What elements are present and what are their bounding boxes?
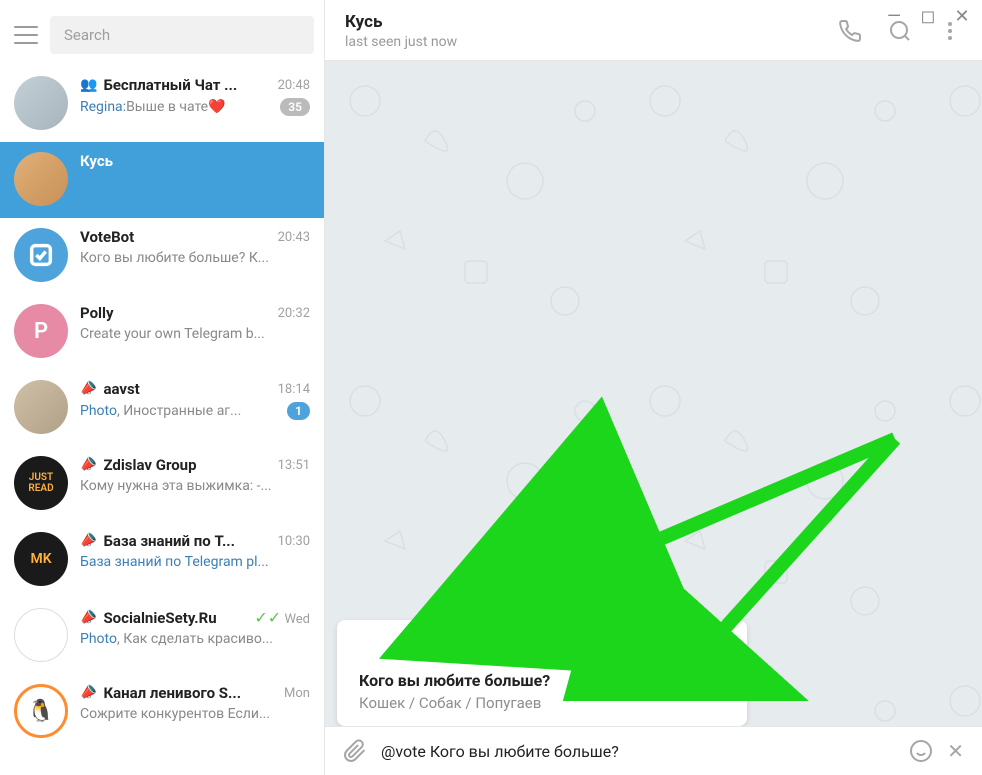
- chat-item[interactable]: 👥Бесплатный Чат ... 20:48 Regina: Выше в…: [0, 66, 324, 142]
- call-icon[interactable]: [838, 19, 862, 43]
- avatar: [14, 228, 68, 282]
- chat-item[interactable]: 📣aavst 18:14 Photo, Иностранные аг... 1: [0, 370, 324, 446]
- megaphone-icon: 📣: [80, 456, 100, 474]
- chat-list: 👥Бесплатный Чат ... 20:48 Regina: Выше в…: [0, 66, 324, 775]
- chat-name: Кусь: [80, 152, 113, 170]
- window-controls: — ◻ ✕: [884, 6, 972, 27]
- sidebar-header: Search: [0, 0, 324, 66]
- avatar: [14, 152, 68, 206]
- group-icon: 👥: [80, 77, 97, 93]
- hamburger-menu-icon[interactable]: [14, 26, 38, 44]
- chat-time: Mon: [284, 686, 310, 701]
- minimize-icon[interactable]: —: [884, 6, 904, 27]
- unread-badge: 35: [280, 98, 310, 116]
- unread-badge: 1: [287, 402, 310, 420]
- main-panel: Кусь last seen just now Create new poll …: [325, 0, 982, 775]
- chat-time: 20:32: [278, 306, 310, 321]
- chat-preview: Photo, Как сделать красиво...: [80, 631, 310, 647]
- avatar: [14, 76, 68, 130]
- chat-time: 18:14: [278, 382, 310, 397]
- chat-name: VoteBot: [80, 228, 134, 246]
- clear-input-icon[interactable]: ✕: [947, 739, 964, 763]
- megaphone-icon: 📣: [80, 380, 100, 398]
- chat-time: 20:43: [278, 230, 310, 245]
- poll-suggestion-card[interactable]: Create new poll Кого вы любите больше? К…: [337, 620, 747, 726]
- message-input-bar: @vote Кого вы любите больше? ✕: [325, 726, 982, 775]
- chat-time: 20:48: [278, 78, 310, 93]
- avatar: [14, 608, 68, 662]
- avatar: 🐧: [14, 684, 68, 738]
- megaphone-icon: 📣: [80, 532, 100, 550]
- header-status: last seen just now: [345, 34, 838, 50]
- avatar: JUSTREAD: [14, 456, 68, 510]
- chat-item[interactable]: MK 📣База знаний по T... 10:30 База знаний…: [0, 522, 324, 598]
- avatar: [14, 380, 68, 434]
- maximize-icon[interactable]: ◻: [918, 6, 938, 27]
- chat-name: 📣База знаний по T...: [80, 532, 235, 550]
- message-input[interactable]: @vote Кого вы любите больше?: [381, 742, 895, 761]
- poll-options: Кошек / Собак / Попугаев: [359, 694, 725, 712]
- chat-name: Polly: [80, 304, 114, 322]
- chat-preview: Сожрите конкурентов Если...: [80, 706, 310, 722]
- megaphone-icon: 📣: [80, 609, 100, 627]
- chat-preview: Photo, Иностранные аг...: [80, 403, 281, 419]
- chat-name: 📣Zdislav Group: [80, 456, 197, 474]
- chat-item[interactable]: 🐧 📣Канал ленивого S... Mon Сожрите конкур…: [0, 674, 324, 750]
- chat-item[interactable]: 📣SocialnieSety.Ru ✓✓ Wed Photo, Как сдела…: [0, 598, 324, 674]
- chat-name: 📣Канал ленивого S...: [80, 684, 241, 702]
- chat-name: 📣SocialnieSety.Ru: [80, 609, 217, 627]
- chat-preview: База знаний по Telegram pl...: [80, 554, 310, 570]
- megaphone-icon: 📣: [80, 684, 100, 702]
- chat-time: 10:30: [278, 534, 310, 549]
- chat-name: 👥Бесплатный Чат ...: [80, 76, 237, 94]
- header-title[interactable]: Кусь: [345, 12, 838, 32]
- chat-name: 📣aavst: [80, 380, 140, 398]
- chat-item[interactable]: VoteBot 20:43 Кого вы любите больше? К...: [0, 218, 324, 294]
- chat-time: 13:51: [278, 458, 310, 473]
- poll-create-label[interactable]: Create new poll: [359, 636, 725, 655]
- chat-area: Create new poll Кого вы любите больше? К…: [325, 61, 982, 726]
- heart-icon: ❤️: [208, 99, 225, 115]
- chat-item[interactable]: P Polly 20:32 Create your own Telegram b.…: [0, 294, 324, 370]
- poll-question: Кого вы любите больше?: [359, 671, 725, 690]
- annotation-arrow: [325, 61, 982, 701]
- sidebar: Search 👥Бесплатный Чат ... 20:48 Regina:…: [0, 0, 325, 775]
- chat-preview: Кого вы любите больше? К...: [80, 250, 310, 266]
- avatar: P: [14, 304, 68, 358]
- attachment-icon[interactable]: [343, 739, 367, 763]
- close-window-icon[interactable]: ✕: [952, 6, 972, 27]
- avatar: MK: [14, 532, 68, 586]
- chat-preview: Regina: Выше в чате ❤️: [80, 99, 274, 115]
- chat-time: ✓✓ Wed: [254, 608, 310, 627]
- chat-preview: Create your own Telegram b...: [80, 326, 310, 342]
- emoji-icon[interactable]: [909, 739, 933, 763]
- chat-item[interactable]: Кусь: [0, 142, 324, 218]
- chat-preview: Кому нужна эта выжимка: -...: [80, 478, 310, 494]
- chat-item[interactable]: JUSTREAD 📣Zdislav Group 13:51 Кому нужна …: [0, 446, 324, 522]
- read-checks-icon: ✓✓: [254, 608, 281, 627]
- search-input[interactable]: Search: [50, 16, 314, 54]
